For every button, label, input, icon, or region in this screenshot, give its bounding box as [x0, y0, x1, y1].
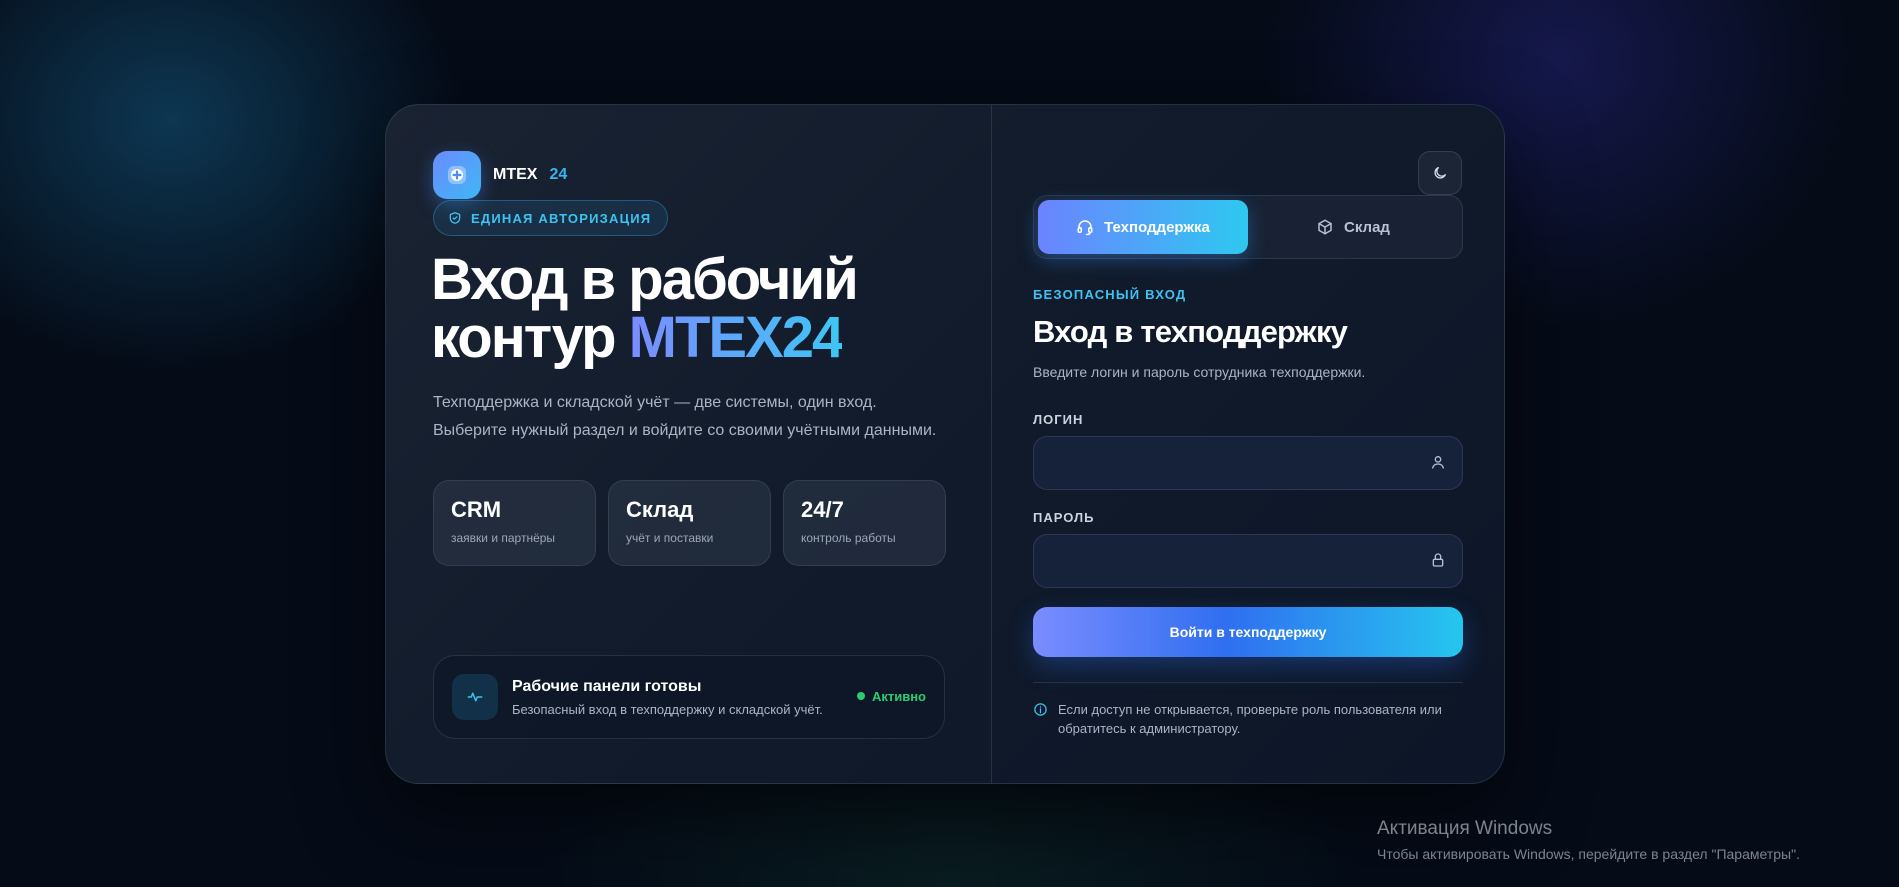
login-card: MTEX 24 ЕДИНАЯ АВТОРИЗАЦИЯ Вход в рабочи… — [385, 104, 1505, 784]
login-input[interactable] — [1034, 437, 1462, 489]
login-field-wrap — [1033, 436, 1463, 490]
tab-support-label: Техподдержка — [1104, 218, 1210, 236]
stat-subtitle: учёт и поставки — [626, 531, 714, 545]
hero-description: Техподдержка и складской учёт — две сист… — [433, 389, 936, 445]
status-subtitle: Безопасный вход в техподдержку и складск… — [512, 701, 823, 717]
theme-toggle-button[interactable] — [1418, 151, 1462, 195]
shield-icon — [449, 212, 461, 224]
form-subtitle: Введите логин и пароль сотрудника техпод… — [1033, 364, 1366, 380]
windows-activation-watermark: Активация Windows Чтобы активировать Win… — [1377, 818, 1800, 862]
tab-warehouse[interactable]: Склад — [1248, 200, 1458, 254]
stat-title: Склад — [626, 497, 694, 522]
panel-divider — [991, 105, 992, 783]
form-eyebrow: БЕЗОПАСНЫЙ ВХОД — [1033, 287, 1187, 302]
user-icon — [1432, 456, 1444, 469]
auth-badge-label: ЕДИНАЯ АВТОРИЗАЦИЯ — [471, 210, 652, 226]
status-badge-label: Активно — [871, 688, 926, 704]
watermark-subtitle: Чтобы активировать Windows, перейдите в … — [1377, 846, 1800, 862]
form-divider — [1033, 682, 1463, 683]
stat-title: CRM — [451, 497, 502, 522]
brand-name: MTEX — [493, 166, 538, 183]
stat-title: 24/7 — [801, 497, 844, 522]
password-input[interactable] — [1034, 535, 1462, 587]
activity-icon — [452, 674, 498, 720]
brand-logo-icon — [433, 151, 481, 199]
lock-icon — [1432, 553, 1444, 567]
tab-support[interactable]: Техподдержка — [1038, 200, 1248, 254]
description-line-2: Выберите нужный раздел и войдите со свои… — [433, 422, 937, 439]
box-icon — [1318, 219, 1332, 235]
brand: MTEX 24 — [433, 151, 567, 199]
hero-title: Вход в рабочий контур MTEX24 — [431, 247, 859, 370]
stat-card-crm: CRM заявки и партнёры — [433, 480, 596, 566]
brand-number: 24 — [549, 166, 568, 183]
password-field-wrap — [1033, 534, 1463, 588]
password-label: ПАРОЛЬ — [1033, 510, 1095, 525]
hero-line-2: контур — [431, 305, 616, 370]
status-panel: Рабочие панели готовы Безопасный вход в … — [433, 655, 945, 739]
auth-badge: ЕДИНАЯ АВТОРИЗАЦИЯ — [433, 200, 669, 236]
hero-line-1: Вход в рабочий — [431, 247, 859, 312]
stats-row: CRM заявки и партнёры Склад учёт и поста… — [433, 480, 946, 566]
stat-subtitle: заявки и партнёры — [451, 531, 556, 545]
stat-subtitle: контроль работы — [801, 531, 896, 545]
stat-card-uptime: 24/7 контроль работы — [783, 480, 946, 566]
tab-warehouse-label: Склад — [1344, 218, 1390, 236]
status-title: Рабочие панели готовы — [512, 677, 702, 695]
help-note-text: Если доступ не открывается, проверьте ро… — [1058, 702, 1442, 736]
status-dot-icon — [856, 692, 865, 700]
form-title: Вход в техподдержку — [1033, 314, 1348, 349]
moon-icon — [1434, 167, 1446, 179]
system-tabs: Техподдержка Склад — [1033, 195, 1463, 259]
headset-icon — [1077, 220, 1093, 236]
info-icon — [1034, 703, 1047, 716]
stat-card-warehouse: Склад учёт и поставки — [608, 480, 771, 566]
hero-accent: MTEX24 — [628, 305, 845, 370]
watermark-title: Активация Windows — [1377, 818, 1553, 839]
description-line-1: Техподдержка и складской учёт — две сист… — [433, 394, 877, 411]
login-label: ЛОГИН — [1033, 412, 1084, 427]
status-badge: Активно — [856, 688, 926, 704]
submit-button[interactable]: Войти в техподдержку — [1033, 607, 1463, 657]
help-note: Если доступ не открывается, проверьте ро… — [1033, 700, 1463, 738]
